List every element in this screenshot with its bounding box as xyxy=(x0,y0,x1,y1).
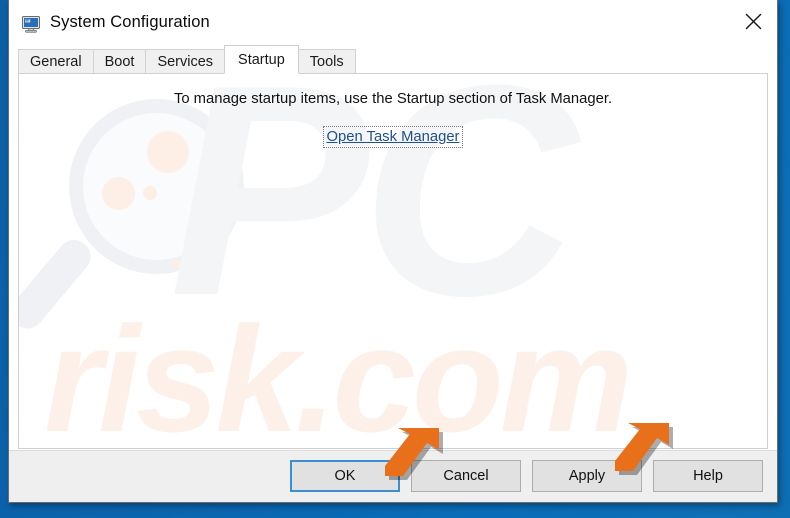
apply-button[interactable]: Apply xyxy=(532,460,642,492)
tab-startup-label: Startup xyxy=(238,51,285,68)
help-button-label: Help xyxy=(693,468,723,484)
tab-tools-label: Tools xyxy=(309,53,344,70)
task-manager-link-container: Open Task Manager xyxy=(322,126,464,148)
ok-button-label: OK xyxy=(334,468,356,484)
tab-general[interactable]: General xyxy=(18,49,94,73)
apply-button-label: Apply xyxy=(568,468,606,484)
dialog-button-row: OK Cancel Apply Help xyxy=(290,460,763,492)
watermark-dot xyxy=(186,222,208,244)
watermark-domain-text: risk.com xyxy=(44,295,633,448)
tab-tools[interactable]: Tools xyxy=(297,49,356,73)
title-bar: System Configuration xyxy=(9,0,777,45)
dialog-footer: OK Cancel Apply Help xyxy=(9,450,777,502)
system-configuration-window: System Configuration General Boot Servic… xyxy=(8,0,778,503)
close-icon xyxy=(745,13,761,29)
watermark-magnifier-handle xyxy=(19,233,98,336)
startup-instruction-text: To manage startup items, use the Startup… xyxy=(173,91,613,107)
close-button[interactable] xyxy=(729,0,777,42)
tab-strip: General Boot Services Startup Tools xyxy=(18,45,768,74)
ok-button[interactable]: OK xyxy=(290,460,400,492)
tab-services-label: Services xyxy=(157,53,214,70)
tab-startup[interactable]: Startup xyxy=(224,45,299,74)
startup-tab-panel: PC risk.com To manage startup items, use… xyxy=(18,73,768,449)
cancel-button[interactable]: Cancel xyxy=(411,460,521,492)
system-configuration-monitor-icon xyxy=(21,14,41,34)
window-title: System Configuration xyxy=(50,13,210,31)
tab-boot-label: Boot xyxy=(104,53,135,70)
tab-services[interactable]: Services xyxy=(145,49,226,73)
open-task-manager-link[interactable]: Open Task Manager xyxy=(322,126,464,148)
tab-boot[interactable]: Boot xyxy=(92,49,147,73)
cancel-button-label: Cancel xyxy=(443,468,489,484)
tab-general-label: General xyxy=(30,53,82,70)
watermark-dot xyxy=(171,260,180,269)
watermark-dot xyxy=(102,177,135,210)
help-button[interactable]: Help xyxy=(653,460,763,492)
watermark-dot xyxy=(143,186,157,200)
